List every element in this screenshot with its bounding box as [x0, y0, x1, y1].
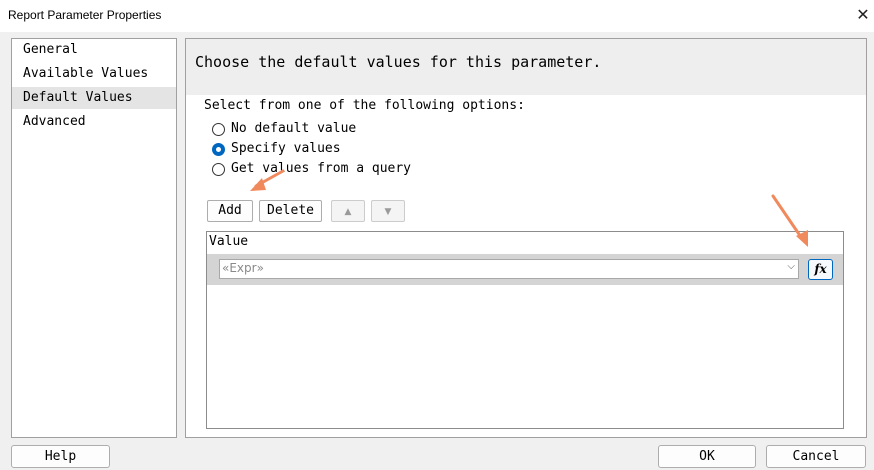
page-title: Choose the default values for this param…: [195, 53, 602, 71]
radio-label: No default value: [231, 121, 357, 136]
move-up-button[interactable]: ▲: [331, 200, 365, 222]
panel-header: Choose the default values for this param…: [186, 39, 866, 95]
radio-icon[interactable]: [212, 143, 225, 156]
window-title: Report Parameter Properties: [8, 8, 162, 22]
radio-label: Get values from a query: [231, 161, 412, 176]
sidebar-item-general[interactable]: General: [12, 39, 176, 61]
value-combobox[interactable]: «Expr» ⌵: [219, 259, 799, 279]
sidebar: General Available Values Default Values …: [11, 38, 177, 438]
sidebar-item-advanced[interactable]: Advanced: [12, 111, 176, 133]
close-icon[interactable]: ✕: [852, 4, 874, 26]
function-icon[interactable]: fx: [808, 259, 833, 280]
ok-button[interactable]: OK: [658, 445, 756, 468]
cancel-button[interactable]: Cancel: [766, 445, 866, 468]
table-row[interactable]: «Expr» ⌵ fx: [207, 254, 843, 285]
sidebar-item-available-values[interactable]: Available Values: [12, 63, 176, 85]
radio-icon[interactable]: [212, 163, 225, 176]
add-button[interactable]: Add: [207, 200, 253, 222]
options-prompt: Select from one of the following options…: [204, 98, 525, 113]
grid-column-header: Value: [209, 234, 249, 249]
arrow-up-icon: ▲: [344, 207, 352, 217]
title-bar: Report Parameter Properties ✕: [0, 0, 874, 32]
radio-icon[interactable]: [212, 123, 225, 136]
move-down-button[interactable]: ▼: [371, 200, 405, 222]
radio-label: Specify values: [231, 141, 341, 156]
sidebar-item-default-values[interactable]: Default Values: [12, 87, 176, 109]
value-text: «Expr»: [222, 261, 264, 275]
values-grid: Value «Expr» ⌵ fx: [206, 231, 844, 429]
chevron-down-icon[interactable]: ⌵: [787, 261, 795, 272]
arrow-down-icon: ▼: [384, 207, 392, 217]
default-values-panel: Choose the default values for this param…: [185, 38, 867, 438]
help-button[interactable]: Help: [11, 445, 110, 468]
delete-button[interactable]: Delete: [259, 200, 322, 222]
